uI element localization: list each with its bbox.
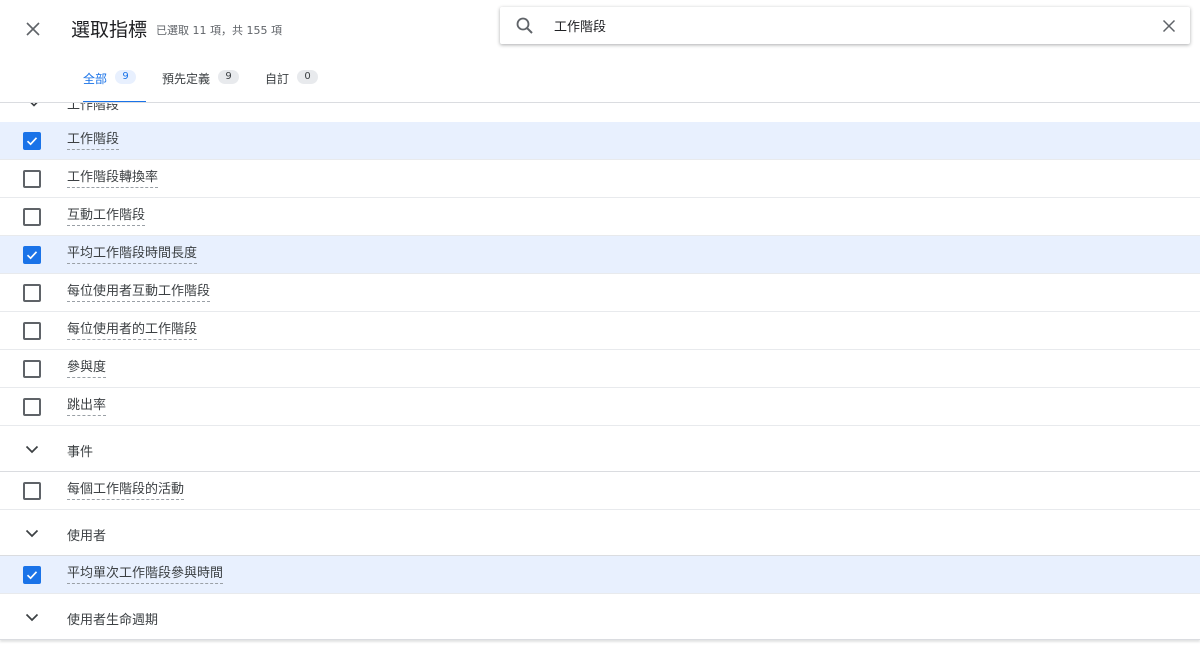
chevron-down-icon bbox=[30, 103, 38, 107]
metric-label: 互動工作階段 bbox=[67, 208, 146, 226]
search-input[interactable] bbox=[554, 13, 1144, 38]
group-label: 事件 bbox=[67, 445, 94, 460]
group-label: 使用者 bbox=[67, 529, 107, 544]
metric-row[interactable]: 工作階段轉換率 bbox=[0, 160, 1200, 198]
group-header-session-partial[interactable]: 工作階段 bbox=[0, 103, 1200, 122]
selection-count: 已選取 11 項，共 155 項 bbox=[156, 24, 282, 37]
check-icon bbox=[26, 137, 38, 146]
metric-label: 每位使用者的工作階段 bbox=[67, 322, 198, 340]
metric-list: 工作階段 工作階段工作階段轉換率 互動工作階段平均工作階段時間長度 每位使用者互動工… bbox=[0, 103, 1200, 650]
metric-label: 每個工作階段的活動 bbox=[67, 482, 185, 500]
metric-row[interactable]: 跳出率 bbox=[0, 388, 1200, 426]
tab-count-badge: 9 bbox=[218, 70, 240, 84]
chevron-down-icon bbox=[25, 613, 39, 622]
metric-label: 平均單次工作階段參與時間 bbox=[67, 566, 224, 584]
checkbox-unchecked[interactable] bbox=[23, 360, 41, 378]
group-header[interactable]: 事件 bbox=[0, 426, 1200, 472]
metric-row[interactable]: 每位使用者的工作階段 bbox=[0, 312, 1200, 350]
checkbox-unchecked[interactable] bbox=[23, 398, 41, 416]
metric-row[interactable]: 參與度 bbox=[0, 350, 1200, 388]
checkbox-unchecked[interactable] bbox=[23, 284, 41, 302]
checkbox-unchecked[interactable] bbox=[23, 482, 41, 500]
checkbox-checked[interactable] bbox=[23, 246, 41, 264]
close-button[interactable] bbox=[18, 14, 48, 44]
metric-label: 跳出率 bbox=[67, 398, 107, 416]
group-header[interactable]: 使用者生命週期 bbox=[0, 594, 1200, 640]
metric-row[interactable]: 互動工作階段 bbox=[0, 198, 1200, 236]
metric-label: 平均工作階段時間長度 bbox=[67, 246, 198, 264]
chevron-down-icon bbox=[25, 529, 39, 538]
metric-row[interactable]: 平均工作階段時間長度 bbox=[0, 236, 1200, 274]
tab-count-badge: 0 bbox=[297, 70, 319, 84]
check-icon bbox=[26, 251, 38, 260]
metric-label: 工作階段轉換率 bbox=[67, 170, 159, 188]
chevron-down-icon bbox=[25, 445, 39, 454]
tab-label: 全部 bbox=[83, 72, 108, 86]
tab-predefined[interactable]: 預先定義 9 bbox=[149, 64, 252, 102]
metric-row[interactable]: 工作階段 bbox=[0, 122, 1200, 160]
metric-label: 每位使用者互動工作階段 bbox=[67, 284, 211, 302]
group-header[interactable]: 使用者 bbox=[0, 510, 1200, 556]
metric-row[interactable]: 平均單次工作階段參與時間 bbox=[0, 556, 1200, 594]
group-label: 使用者生命週期 bbox=[67, 613, 159, 628]
checkbox-checked[interactable] bbox=[23, 132, 41, 150]
checkbox-checked[interactable] bbox=[23, 566, 41, 584]
checkbox-unchecked[interactable] bbox=[23, 208, 41, 226]
tab-count-badge: 9 bbox=[115, 70, 137, 84]
clear-search-button[interactable] bbox=[1158, 15, 1180, 37]
search-icon bbox=[516, 17, 533, 34]
filter-tabs: 全部 9 預先定義 9 自訂 0 bbox=[70, 64, 331, 103]
tab-label: 預先定義 bbox=[162, 72, 211, 86]
dialog-header: 選取指標 已選取 11 項，共 155 項 全部 9 預先定義 9 自訂 0 bbox=[0, 0, 1200, 103]
clear-icon bbox=[1162, 19, 1176, 33]
metric-label: 工作階段 bbox=[67, 132, 120, 150]
checkbox-unchecked[interactable] bbox=[23, 322, 41, 340]
metric-row[interactable]: 每位使用者互動工作階段 bbox=[0, 274, 1200, 312]
close-icon bbox=[26, 22, 40, 36]
tab-label: 自訂 bbox=[265, 72, 290, 86]
tab-custom[interactable]: 自訂 0 bbox=[252, 64, 331, 102]
checkbox-unchecked[interactable] bbox=[23, 170, 41, 188]
dialog-title: 選取指標 bbox=[71, 19, 148, 41]
search-box bbox=[500, 7, 1190, 44]
group-label: 工作階段 bbox=[67, 103, 120, 113]
metric-row[interactable]: 每個工作階段的活動 bbox=[0, 472, 1200, 510]
check-icon bbox=[26, 571, 38, 580]
metric-label: 參與度 bbox=[67, 360, 107, 378]
tab-all[interactable]: 全部 9 bbox=[70, 64, 149, 103]
